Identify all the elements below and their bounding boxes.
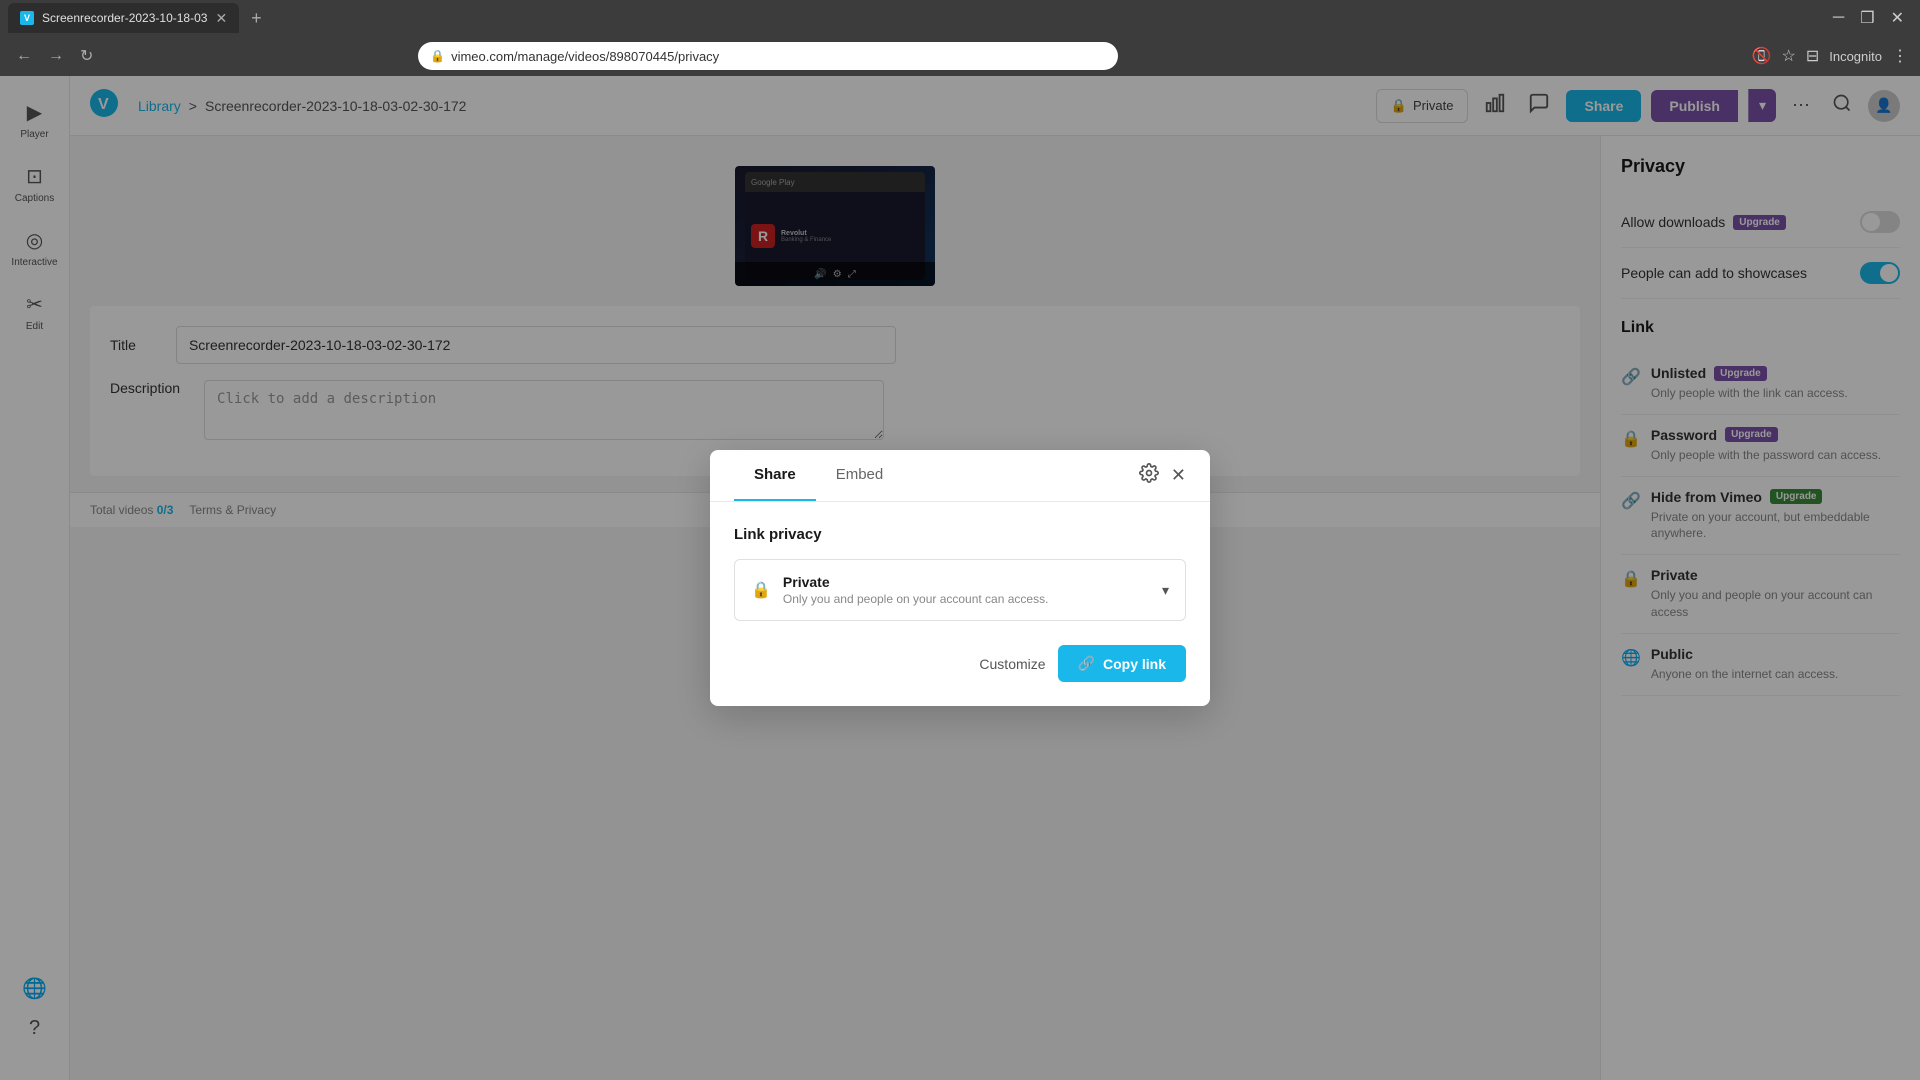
menu-btn[interactable]: ⋮ (1892, 46, 1908, 66)
toolbar-icons: 📵 ☆ ⊟ Incognito ⋮ (1752, 46, 1908, 66)
lock-icon: 🔒 (430, 49, 445, 63)
chevron-down-icon: ▾ (1162, 582, 1169, 599)
tab-close-btn[interactable]: ✕ (215, 10, 227, 27)
address-bar[interactable]: 🔒 vimeo.com/manage/videos/898070445/priv… (418, 42, 1118, 70)
modal-body: Link privacy 🔒 Private Only you and peop… (710, 502, 1210, 645)
privacy-dropdown[interactable]: 🔒 Private Only you and people on your ac… (734, 559, 1186, 621)
dropdown-lock-icon: 🔒 (751, 580, 771, 600)
modal-actions: ✕ (1139, 451, 1186, 500)
link-icon: 🔗 (1078, 655, 1095, 672)
copy-link-btn[interactable]: 🔗 Copy link (1058, 645, 1186, 682)
modal-settings-btn[interactable] (1139, 463, 1159, 488)
incognito-badge[interactable]: Incognito (1829, 49, 1882, 64)
reload-btn[interactable]: ↻ (76, 42, 97, 70)
url-text: vimeo.com/manage/videos/898070445/privac… (451, 49, 719, 64)
tab-favicon: V (20, 11, 34, 25)
bookmark-btn[interactable]: ☆ (1781, 46, 1795, 66)
forward-btn[interactable]: → (44, 43, 68, 69)
modal-header: Share Embed ✕ (710, 450, 1210, 502)
modal-close-btn[interactable]: ✕ (1171, 465, 1186, 486)
tab-title: Screenrecorder-2023-10-18-03 (42, 11, 207, 25)
modal-tabs: Share Embed (734, 450, 903, 501)
link-privacy-title: Link privacy (734, 526, 1186, 543)
sidebar-btn[interactable]: ⊟ (1806, 46, 1819, 66)
modal-header-row: Share Embed ✕ (734, 450, 1186, 501)
maximize-btn[interactable]: ❒ (1860, 8, 1874, 28)
modal-footer: Customize 🔗 Copy link (710, 645, 1210, 706)
minimize-btn[interactable]: ─ (1833, 8, 1844, 28)
modal-overlay[interactable]: Share Embed ✕ Link privacy 🔒 Private Onl… (0, 76, 1920, 1080)
back-btn[interactable]: ← (12, 43, 36, 69)
tab-bar: V Screenrecorder-2023-10-18-03 ✕ + ─ ❒ ✕ (0, 0, 1920, 36)
share-modal: Share Embed ✕ Link privacy 🔒 Private Onl… (710, 450, 1210, 706)
browser-toolbar: ← → ↻ 🔒 vimeo.com/manage/videos/89807044… (0, 36, 1920, 76)
dropdown-name: Private (783, 574, 1150, 590)
browser-tab[interactable]: V Screenrecorder-2023-10-18-03 ✕ (8, 3, 239, 33)
window-controls: ─ ❒ ✕ (1833, 8, 1912, 28)
tab-embed[interactable]: Embed (816, 450, 904, 501)
dropdown-desc: Only you and people on your account can … (783, 592, 1150, 606)
dropdown-text: Private Only you and people on your acco… (783, 574, 1150, 606)
tab-share[interactable]: Share (734, 450, 816, 501)
close-btn[interactable]: ✕ (1891, 8, 1904, 28)
no-camera-icon[interactable]: 📵 (1752, 46, 1772, 66)
new-tab-btn[interactable]: + (243, 8, 270, 29)
customize-btn[interactable]: Customize (979, 656, 1045, 672)
